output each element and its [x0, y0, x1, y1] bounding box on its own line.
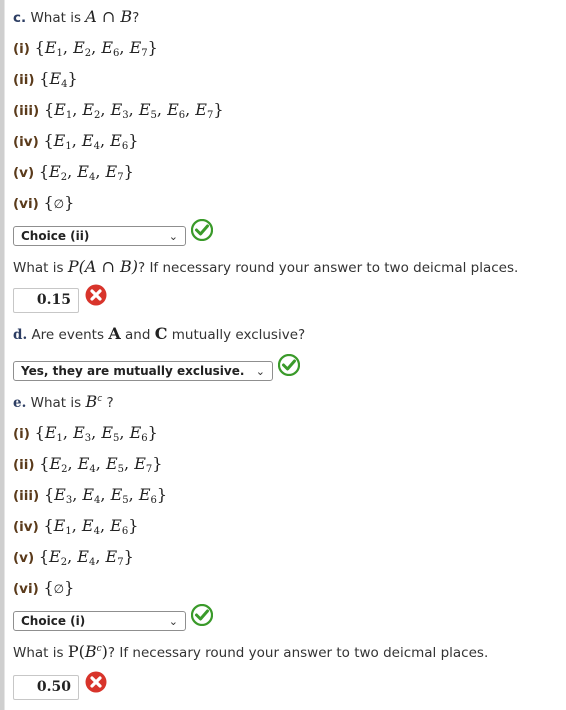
part-e-option-2: (ii) {E2, E4, E5, E7} [13, 454, 162, 475]
option-label: (iv) [13, 134, 44, 150]
part-e-suffix: ? [106, 395, 114, 411]
part-c-option-1: (i) {E1, E2, E6, E7} [13, 38, 158, 59]
part-e-label: e. [13, 395, 27, 411]
part-e-option-4: (iv) {E1, E4, E6} [13, 516, 138, 537]
part-e-prob-question: What is P(Bc)? If necessary round your a… [13, 642, 488, 661]
part-c-math: A ∩ B [85, 7, 133, 26]
part-e-prob-math: P(Bc) [67, 642, 108, 661]
part-d-suffix: mutually exclusive? [171, 327, 306, 343]
part-e-option-1: (i) {E1, E3, E5, E6} [13, 423, 158, 444]
check-circle-icon [278, 354, 300, 376]
x-circle-icon [85, 284, 107, 306]
chevron-down-icon: ⌄ [168, 230, 178, 243]
left-border [0, 0, 5, 710]
option-label: (ii) [13, 72, 40, 88]
part-e-prob-suffix: ? If necessary round your answer to two … [107, 645, 489, 661]
option-set: {E3, E4, E5, E6} [43, 485, 168, 506]
option-set: {E2, E4, E5, E7} [39, 454, 163, 475]
option-label: (i) [13, 426, 35, 442]
part-c-option-4: (iv) {E1, E4, E6} [13, 131, 138, 152]
part-c-select-value: Choice (ii) [21, 229, 90, 243]
part-e-question: e. What is Bc ? [13, 392, 114, 411]
option-set: {E1, E2, E3, E5, E6, E7} [43, 100, 224, 121]
part-c-label: c. [13, 10, 27, 26]
option-set: {E4} [39, 69, 78, 90]
check-circle-icon [191, 604, 213, 626]
part-d-question: d. Are events A and C mutually exclusive… [13, 324, 305, 343]
option-set: {E1, E3, E5, E6} [34, 423, 158, 444]
option-label: (iv) [13, 519, 44, 535]
option-label: (iii) [13, 103, 44, 119]
part-e-option-5: (v) {E2, E4, E7} [13, 547, 134, 568]
option-label: (ii) [13, 457, 40, 473]
option-label: (i) [13, 41, 35, 57]
part-c-option-6: (vi) {∅} [13, 193, 74, 212]
part-d-prefix: Are events [31, 327, 105, 343]
option-label: (vi) [13, 196, 44, 212]
option-set: {E2, E4, E7} [38, 547, 134, 568]
part-e-prob-input[interactable]: 0.50 [13, 675, 79, 700]
x-circle-icon [85, 671, 107, 693]
chevron-down-icon: ⌄ [168, 615, 178, 628]
part-e-prob-prefix: What is [13, 645, 64, 661]
part-c-prob-prefix: What is [13, 260, 64, 276]
chevron-down-icon: ⌄ [255, 365, 265, 378]
part-e-select-value: Choice (i) [21, 614, 86, 628]
option-set: {E1, E4, E6} [43, 131, 139, 152]
option-label: (vi) [13, 581, 44, 597]
option-set: {∅} [43, 193, 75, 212]
part-c-option-3: (iii) {E1, E2, E3, E5, E6, E7} [13, 100, 224, 121]
part-d-and: and [125, 327, 151, 343]
part-e-option-3: (iii) {E3, E4, E5, E6} [13, 485, 167, 506]
part-c-prob-suffix: ? If necessary round your answer to two … [137, 260, 519, 276]
part-c-prob-question: What is P(A ∩ B)? If necessary round you… [13, 257, 518, 276]
option-set: {∅} [43, 578, 75, 597]
part-d-label: d. [13, 327, 28, 343]
part-d-event-a: A [108, 324, 121, 343]
option-label: (v) [13, 550, 39, 566]
option-set: {E1, E2, E6, E7} [34, 38, 158, 59]
part-c-prob-input[interactable]: 0.15 [13, 288, 79, 313]
part-d-select-value: Yes, they are mutually exclusive. [21, 364, 245, 378]
part-c-option-5: (v) {E2, E4, E7} [13, 162, 134, 183]
part-c-prefix: What is [30, 10, 81, 26]
part-e-sup: c [97, 394, 103, 404]
option-label: (v) [13, 165, 39, 181]
part-c-suffix: ? [132, 10, 140, 26]
part-e-math: B [85, 392, 98, 411]
part-c-option-2: (ii) {E4} [13, 69, 78, 90]
part-d-event-c: C [154, 324, 168, 343]
part-c-question: c. What is A ∩ B? [13, 7, 139, 26]
part-c-prob-math: P(A ∩ B) [67, 257, 138, 276]
part-e-prefix: What is [30, 395, 82, 411]
part-d-select[interactable]: Yes, they are mutually exclusive. ⌄ [13, 361, 273, 381]
option-set: {E1, E4, E6} [43, 516, 139, 537]
part-c-select[interactable]: Choice (ii) ⌄ [13, 226, 186, 246]
check-circle-icon [191, 219, 213, 241]
part-e-option-6: (vi) {∅} [13, 578, 74, 597]
option-label: (iii) [13, 488, 44, 504]
part-e-select[interactable]: Choice (i) ⌄ [13, 611, 186, 631]
option-set: {E2, E4, E7} [38, 162, 134, 183]
